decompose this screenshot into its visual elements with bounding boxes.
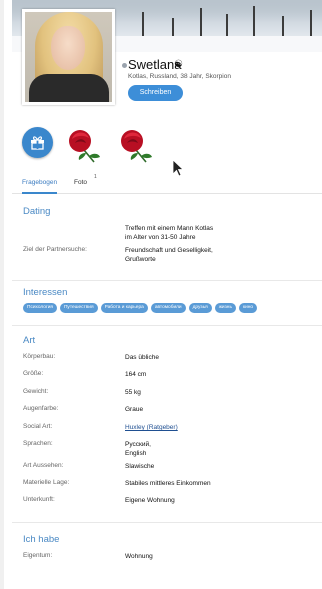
label-augenfarbe: Augenfarbe:: [23, 405, 59, 412]
value-eigentum: Wohnung: [125, 553, 153, 560]
section-divider: [12, 325, 322, 326]
value-unterkunft: Eigene Wohnung: [125, 497, 175, 504]
interest-tag[interactable]: жизнь: [214, 303, 236, 313]
interest-tag[interactable]: Путешествия: [59, 303, 98, 313]
label-materielle-lage: Materielle Lage:: [23, 479, 70, 486]
label-social-art: Social Art:: [23, 423, 53, 430]
tab-foto-count: 1: [94, 174, 97, 180]
interest-tag[interactable]: друзья: [188, 303, 212, 313]
value-partner-goal-line-1: Freundschaft und Geselligkeit,: [125, 247, 213, 254]
interest-tag[interactable]: автомобили: [150, 303, 186, 313]
value-sprachen-line-1: Русский,: [125, 441, 151, 448]
label-art-aussehen: Art Aussehen:: [23, 462, 64, 469]
send-gift-button[interactable]: [22, 127, 53, 158]
label-gewicht: Gewicht:: [23, 388, 49, 395]
value-materielle-lage: Stabiles mittleres Einkommen: [125, 480, 211, 487]
section-title-interessen: Interessen: [23, 287, 68, 298]
rose-icon[interactable]: [116, 126, 156, 166]
label-koerperbau: Körperbau:: [23, 353, 56, 360]
label-sprachen: Sprachen:: [23, 440, 53, 447]
profile-tabs: Fragebogen Foto 1: [12, 172, 322, 194]
profile-subinfo: Kotlas, Russland, 38 Jahr, Skorpion: [128, 73, 231, 80]
value-koerperbau: Das übliche: [125, 354, 159, 361]
dating-meeting-line-2: im Alter von 31-50 Jahre: [125, 234, 196, 241]
section-title-dating: Dating: [23, 206, 51, 217]
interest-tags: Психология Путешествия Работа и карьера …: [23, 303, 258, 313]
tab-fragebogen[interactable]: Fragebogen: [22, 179, 58, 194]
value-partner-goal-line-2: Grußworte: [125, 256, 156, 263]
avatar-photo: [25, 12, 112, 102]
gift-icon: [31, 136, 44, 150]
rose-icon[interactable]: [64, 126, 104, 166]
dating-meeting-line-1: Treffen mit einem Mann Kotlas: [125, 225, 214, 232]
avatar-shirt: [29, 74, 109, 102]
label-groesse: Größe:: [23, 370, 44, 377]
interest-tag[interactable]: кино: [238, 303, 258, 313]
section-divider: [12, 280, 322, 281]
interest-tag[interactable]: Психология: [23, 303, 57, 313]
value-art-aussehen: Slawische: [125, 463, 155, 470]
section-title-ich-habe: Ich habe: [23, 534, 60, 545]
label-eigentum: Eigentum:: [23, 552, 53, 559]
avatar-face: [51, 26, 85, 70]
label-unterkunft: Unterkunft:: [23, 496, 55, 503]
name-symbol: ☯: [174, 59, 183, 70]
social-art-link[interactable]: Huxley (Ratgeber): [125, 423, 178, 432]
value-sprachen-line-2: English: [125, 450, 147, 457]
section-divider: [12, 522, 322, 523]
write-message-button[interactable]: Schreiben: [128, 85, 183, 101]
value-groesse: 164 cm: [125, 371, 147, 378]
value-gewicht: 55 kg: [125, 389, 141, 396]
value-augenfarbe: Graue: [125, 406, 144, 413]
profile-page: Swetlana ☯ Kotlas, Russland, 38 Jahr, Sk…: [0, 0, 322, 589]
interest-tag[interactable]: Работа и карьера: [100, 303, 148, 313]
label-partner-goal: Ziel der Partnersuche:: [23, 246, 87, 253]
tab-foto[interactable]: Foto: [74, 179, 87, 186]
online-status-dot: [122, 63, 127, 68]
avatar[interactable]: [22, 9, 115, 105]
section-title-art: Art: [23, 335, 36, 346]
